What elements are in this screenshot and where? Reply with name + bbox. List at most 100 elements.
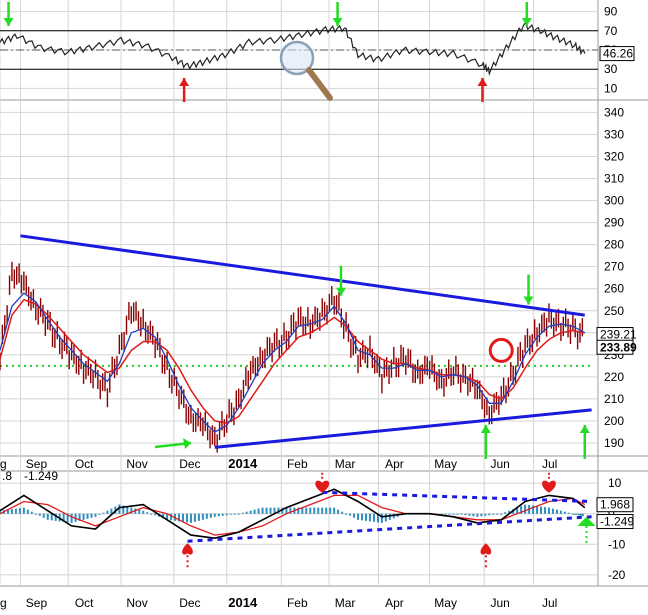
green-arrow-icon	[579, 424, 590, 459]
macd-histogram-bar	[46, 513, 49, 520]
macd-histogram-bar	[225, 513, 228, 516]
macd-histogram-bar	[229, 513, 232, 515]
macd-histogram-bar	[364, 513, 367, 521]
macd-histogram-bar	[82, 513, 85, 520]
macd-legend-value: .8	[2, 469, 12, 483]
macd-histogram-bar	[368, 513, 371, 522]
macd-tick-label: 10	[608, 476, 622, 490]
macd-histogram-bar	[201, 513, 204, 520]
x-tick-label-bottom: 2014	[228, 595, 258, 610]
macd-histogram-bar	[573, 513, 576, 515]
macd-tick-label: -10	[608, 537, 626, 551]
macd-histogram-bar	[448, 513, 451, 515]
macd-histogram-bar	[456, 513, 459, 515]
macd-histogram-bar	[106, 510, 109, 514]
macd-histogram-bar	[472, 513, 475, 517]
macd-histogram-bar	[253, 509, 256, 514]
x-tick-label-bottom: Apr	[385, 596, 404, 610]
x-tick-label-top: Jun	[491, 457, 510, 471]
macd-histogram-bar	[581, 513, 584, 517]
macd-tick-label: -20	[608, 568, 626, 582]
x-tick-label-top: Feb	[287, 457, 308, 471]
x-tick-label-bottom: Jun	[491, 596, 510, 610]
red-arrow-icon	[480, 543, 492, 555]
price-trendline	[214, 408, 592, 449]
macd-histogram-bar	[468, 513, 471, 516]
macd-histogram-bar	[233, 513, 236, 515]
macd-legend-value: -1.249	[24, 469, 58, 483]
macd-histogram-bar	[14, 508, 17, 514]
macd-histogram-bar	[551, 508, 554, 514]
arrow-head	[480, 424, 491, 433]
macd-histogram-bar	[313, 507, 316, 514]
x-tick-label-bottom: Feb	[287, 596, 308, 610]
rsi-tick-label: 10	[604, 81, 618, 95]
arrow-head	[477, 78, 488, 86]
macd-histogram-bar	[488, 513, 491, 516]
macd-histogram-bar	[341, 511, 344, 514]
price-last-value-2: 233.89	[600, 340, 637, 354]
macd-histogram-bar	[524, 504, 527, 514]
macd-histogram-bar	[380, 513, 383, 523]
macd-histogram-bar	[213, 513, 216, 517]
x-tick-label-bottom: May	[434, 596, 457, 610]
price-tick-label: 280	[604, 238, 624, 252]
x-tick-label-top: Nov	[126, 457, 147, 471]
macd-histogram-bar	[18, 508, 21, 514]
macd-histogram-bar	[452, 513, 455, 515]
macd-histogram-bar	[305, 507, 308, 514]
macd-histogram-bar	[146, 512, 149, 514]
macd-histogram-bar	[154, 513, 157, 516]
arrow-head	[335, 287, 346, 296]
x-tick-label-bottom: Dec	[179, 596, 200, 610]
macd-histogram-bar	[349, 513, 352, 516]
macd-trendline	[322, 490, 592, 503]
x-tick-label-top: Oct	[75, 457, 94, 471]
macd-histogram-bar	[575, 513, 578, 515]
macd-histogram-bar	[245, 511, 248, 514]
price-tick-label: 340	[604, 105, 624, 119]
macd-histogram-bar	[265, 507, 268, 514]
macd-histogram-bar	[94, 513, 97, 517]
macd-histogram-bar	[333, 507, 336, 514]
macd-histogram-bar	[126, 506, 129, 514]
macd-histogram-bar	[10, 509, 13, 514]
red-heart-icon	[542, 480, 556, 493]
macd-histogram-bar	[496, 513, 499, 515]
macd-histogram-bar	[237, 513, 240, 515]
price-tick-label: 210	[604, 392, 624, 406]
price-panel	[0, 234, 592, 453]
macd-histogram-bar	[38, 513, 41, 516]
macd-histogram-bar	[321, 507, 324, 514]
red-arrow-icon	[477, 78, 488, 102]
macd-histogram-bar	[30, 511, 33, 514]
macd-last-value-1: 1.968	[600, 498, 630, 512]
x-tick-label-bottom: Sep	[26, 596, 48, 610]
macd-histogram-bar	[217, 513, 220, 517]
macd-histogram-bar	[536, 506, 539, 514]
macd-histogram-bar	[205, 513, 208, 519]
macd-histogram-bar	[492, 513, 495, 515]
price-tick-label: 310	[604, 172, 624, 186]
macd-histogram-bar	[138, 509, 141, 514]
macd-histogram-bar	[540, 506, 543, 514]
x-tick-label-top: g	[0, 457, 7, 471]
macd-last-value-2: -1.249	[600, 515, 634, 529]
macd-histogram-bar	[50, 513, 53, 521]
x-tick-label-bottom: Mar	[335, 596, 356, 610]
macd-histogram-bar	[543, 507, 546, 514]
rsi-tick-label: 30	[604, 62, 618, 76]
arrow-head	[179, 78, 190, 86]
macd-histogram-bar	[353, 513, 356, 518]
macd-histogram-bar	[464, 513, 467, 516]
green-arrow-icon	[523, 274, 534, 305]
green-arrow-icon	[332, 2, 343, 26]
x-tick-label-bottom: Nov	[126, 596, 147, 610]
macd-histogram-bar	[504, 512, 507, 514]
price-tick-label: 260	[604, 282, 624, 296]
macd-histogram-bar	[22, 507, 25, 514]
macd-histogram-bar	[571, 513, 574, 515]
red-arrow-icon	[182, 543, 193, 555]
rsi-last-value: 46.26	[603, 47, 633, 61]
macd-histogram-bar	[484, 513, 487, 516]
